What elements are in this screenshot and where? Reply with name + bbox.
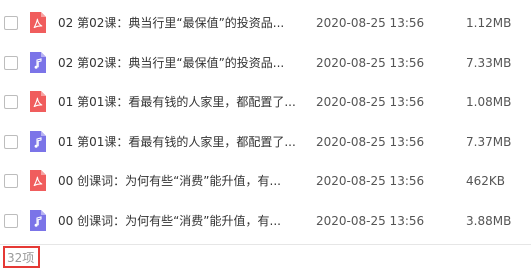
file-row[interactable]: 01 第01课：看最有钱的人家里，都配置了... 2020-08-25 13:5…: [0, 124, 531, 164]
file-date: 2020-08-25 13:56: [316, 56, 425, 70]
file-date: 2020-08-25 13:56: [316, 214, 425, 228]
row-checkbox[interactable]: [4, 135, 18, 149]
file-row[interactable]: 00 创课词：为何有些“消费”能升值，有... 2020-08-25 13:56…: [0, 163, 531, 203]
pdf-icon: [30, 91, 46, 112]
row-checkbox[interactable]: [4, 95, 18, 109]
file-name[interactable]: 00 创课词：为何有些“消费”能升值，有...: [58, 213, 296, 229]
file-date: 2020-08-25 13:56: [316, 174, 425, 188]
file-date: 2020-08-25 13:56: [316, 135, 425, 149]
row-checkbox[interactable]: [4, 56, 18, 70]
file-size: 3.88MB: [466, 214, 512, 228]
file-name[interactable]: 01 第01课：看最有钱的人家里，都配置了...: [58, 134, 296, 150]
file-size: 1.12MB: [466, 16, 512, 30]
row-checkbox[interactable]: [4, 174, 18, 188]
audio-icon: [30, 131, 46, 152]
file-date: 2020-08-25 13:56: [316, 16, 425, 30]
row-checkbox[interactable]: [4, 16, 18, 30]
file-size: 7.33MB: [466, 56, 512, 70]
file-row[interactable]: 00 创课词：为何有些“消费”能升值，有... 2020-08-25 13:56…: [0, 203, 531, 243]
row-checkbox[interactable]: [4, 214, 18, 228]
file-name[interactable]: 02 第02课：典当行里“最保值”的投资品...: [58, 15, 296, 31]
audio-icon: [30, 210, 46, 231]
audio-icon: [30, 52, 46, 73]
file-size: 1.08MB: [466, 95, 512, 109]
item-count: 32项: [7, 251, 35, 265]
file-size: 7.37MB: [466, 135, 512, 149]
file-name[interactable]: 01 第01课：看最有钱的人家里，都配置了...: [58, 94, 296, 110]
pdf-icon: [30, 170, 46, 191]
footer-divider: [0, 244, 531, 245]
pdf-icon: [30, 12, 46, 33]
file-size: 462KB: [466, 174, 506, 188]
file-row[interactable]: 02 第02课：典当行里“最保值”的投资品... 2020-08-25 13:5…: [0, 5, 531, 45]
file-row[interactable]: 02 第02课：典当行里“最保值”的投资品... 2020-08-25 13:5…: [0, 45, 531, 85]
file-date: 2020-08-25 13:56: [316, 95, 425, 109]
file-name[interactable]: 00 创课词：为何有些“消费”能升值，有...: [58, 173, 296, 189]
file-row[interactable]: 01 第01课：看最有钱的人家里，都配置了... 2020-08-25 13:5…: [0, 84, 531, 124]
file-name[interactable]: 02 第02课：典当行里“最保值”的投资品...: [58, 55, 296, 71]
